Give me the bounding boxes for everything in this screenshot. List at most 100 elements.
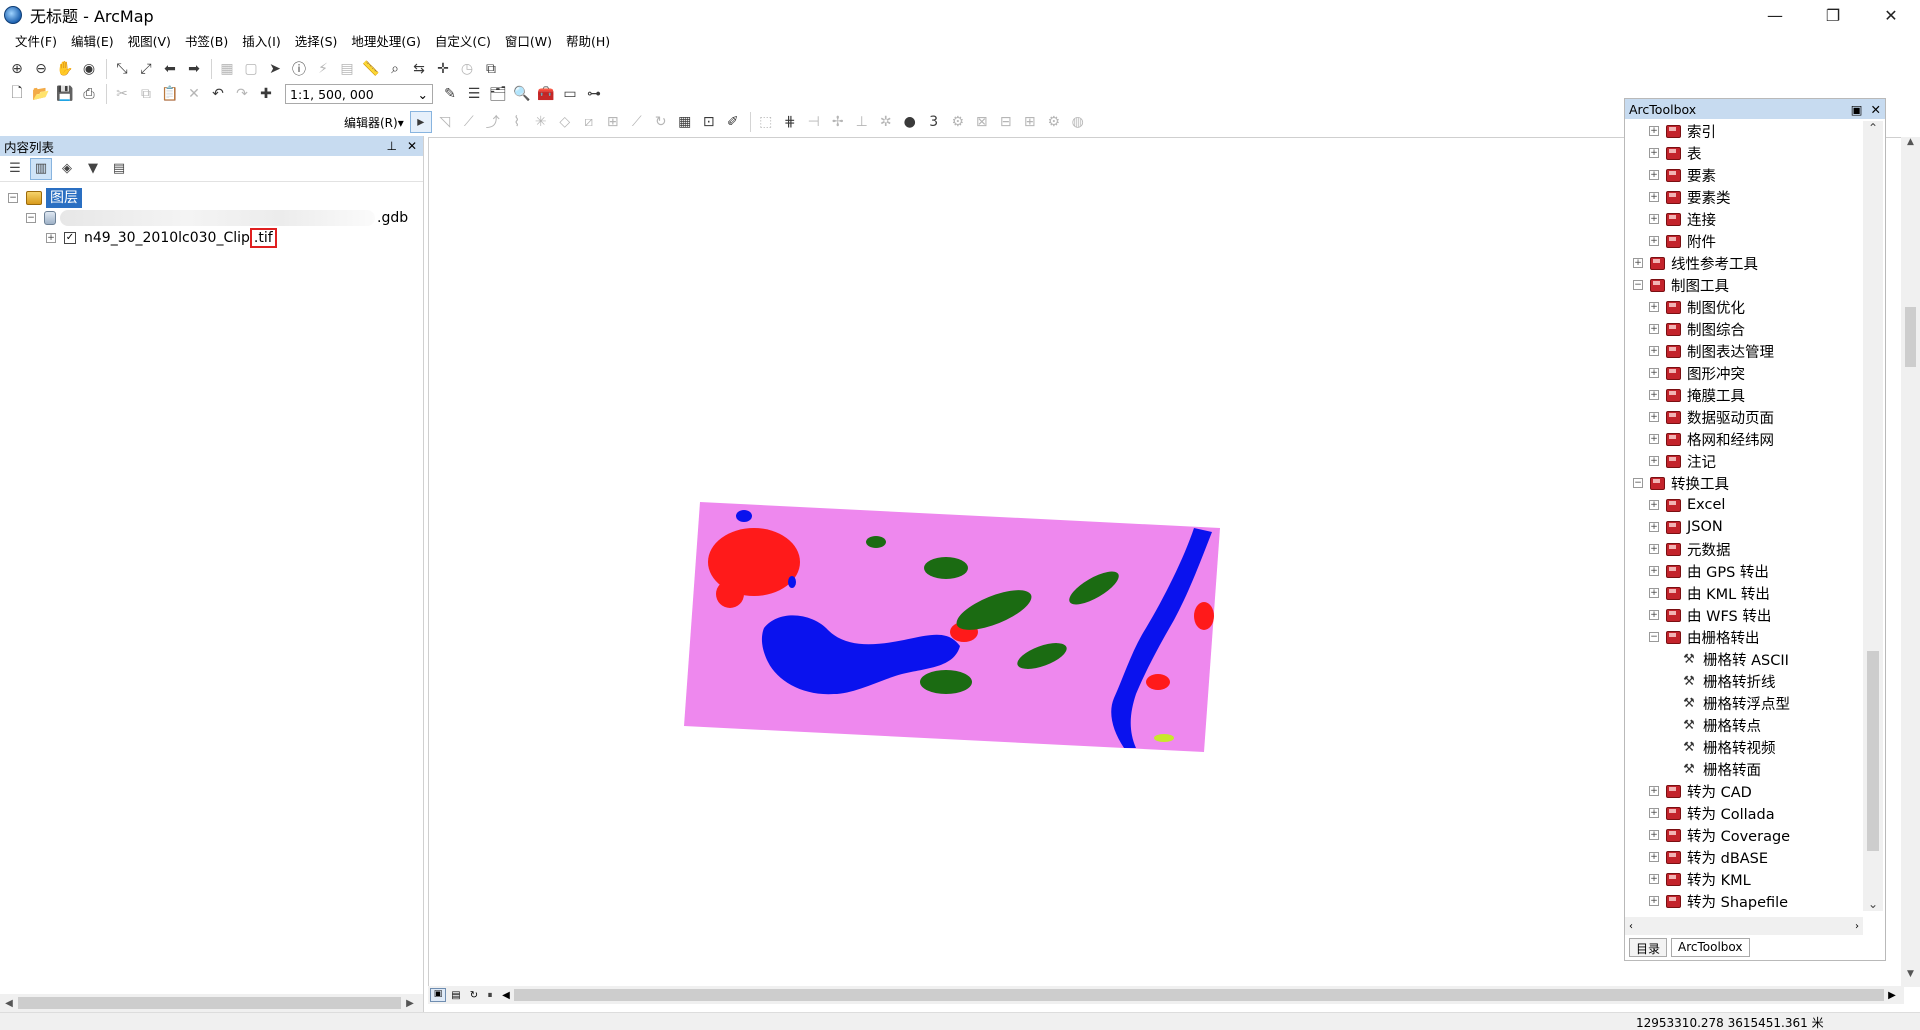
toolbox-toolset-item[interactable]: + 转为 Coverage (1649, 825, 1790, 845)
expand-icon[interactable]: + (1649, 610, 1659, 620)
expand-icon[interactable]: + (1649, 544, 1659, 554)
toolbox-toolset-item[interactable]: + 表 (1649, 143, 1702, 163)
trace-icon[interactable]: ⌇ (506, 111, 528, 133)
full-extent-globe-icon[interactable]: ◉ (78, 58, 100, 80)
layer-visibility-checkbox[interactable]: ✓ (64, 232, 76, 244)
toolbox-toolset-item[interactable]: − 转换工具 (1633, 473, 1729, 493)
end-point-arc-icon[interactable]: ⤴ (482, 111, 504, 133)
expand-icon[interactable]: + (1649, 412, 1659, 422)
tab-catalog[interactable]: 目录 (1629, 938, 1668, 957)
arctoolbox-horizontal-scrollbar[interactable]: ‹ › (1625, 917, 1863, 935)
expand-icon[interactable]: + (1649, 236, 1659, 246)
select-features-icon[interactable]: ▦ (216, 58, 238, 80)
edit-annotation-icon[interactable]: ◹ (434, 111, 456, 133)
toolbox-toolset-item[interactable]: + 索引 (1649, 121, 1716, 141)
expand-icon[interactable]: + (1649, 434, 1659, 444)
find-route-icon[interactable]: ⇆ (408, 58, 430, 80)
menu-selection[interactable]: 选择(S) (288, 31, 345, 53)
expand-icon[interactable]: + (1649, 852, 1659, 862)
create-features-icon[interactable]: ✐ (722, 111, 744, 133)
scroll-left-icon[interactable]: ◀ (498, 990, 514, 1001)
menu-view[interactable]: 视图(V) (121, 31, 178, 53)
scroll-down-icon[interactable]: ▼ (1901, 969, 1920, 987)
expand-icon[interactable]: + (1649, 324, 1659, 334)
expand-icon[interactable]: + (1649, 346, 1659, 356)
grid-icon[interactable]: ⊟ (995, 111, 1017, 133)
scroll-left-icon[interactable]: ‹ (1629, 921, 1633, 932)
layers-root-row[interactable]: − 图层 (8, 188, 82, 208)
table-of-contents-icon[interactable]: ☰ (463, 83, 485, 105)
topology-icon[interactable]: ⬚ (755, 111, 777, 133)
cross-icon[interactable]: ✢ (827, 111, 849, 133)
viewer-window-icon[interactable]: ⧉ (480, 58, 502, 80)
toolbox-toolset-item[interactable]: + 由 GPS 转出 (1649, 561, 1769, 581)
toolbox-toolset-item[interactable]: + 制图综合 (1649, 319, 1745, 339)
toolbox-tool-item[interactable]: ⚒ 栅格转 ASCII (1665, 649, 1789, 669)
scroll-up-icon[interactable]: ▲ (1901, 137, 1920, 155)
expand-icon[interactable]: + (1649, 126, 1659, 136)
toolbox-tool-item[interactable]: ⚒ 栅格转浮点型 (1665, 693, 1790, 713)
toolbox-toolset-item[interactable]: + 连接 (1649, 209, 1716, 229)
toolbox-tool-item[interactable]: ⚒ 栅格转视频 (1665, 737, 1775, 757)
toolbox-toolset-item[interactable]: + 要素类 (1649, 187, 1731, 207)
toolbox-toolset-item[interactable]: − 制图工具 (1633, 275, 1729, 295)
table-icon[interactable]: ⊞ (1019, 111, 1041, 133)
scroll-right-icon[interactable]: ▶ (401, 998, 419, 1009)
trim-icon[interactable]: ⊥ (851, 111, 873, 133)
layers-root-label[interactable]: 图层 (46, 188, 82, 208)
expand-icon[interactable]: + (1649, 390, 1659, 400)
tab-arctoolbox[interactable]: ArcToolbox (1671, 938, 1750, 957)
expand-icon[interactable]: + (46, 233, 56, 243)
expand-icon[interactable]: + (1649, 302, 1659, 312)
minimize-button[interactable]: — (1746, 0, 1804, 30)
layout-view-icon[interactable]: ▤ (448, 990, 464, 1001)
maximize-panel-icon[interactable]: ▣ (1851, 102, 1863, 117)
close-icon[interactable]: ✕ (407, 139, 417, 153)
settings-icon[interactable]: ⚙ (1043, 111, 1065, 133)
edit-tool-arrow-icon[interactable]: ▸ (409, 111, 432, 133)
toolbox-tool-item[interactable]: ⚒ 栅格转点 (1665, 715, 1761, 735)
python-window-icon[interactable]: ▭ (559, 83, 581, 105)
toolbox-toolset-item[interactable]: + 由 WFS 转出 (1649, 605, 1771, 625)
list-by-visibility-icon[interactable]: ◈ (56, 158, 78, 180)
cut-polygons-icon[interactable]: ⊞ (602, 111, 624, 133)
html-popup-icon[interactable]: ▤ (336, 58, 358, 80)
collapse-icon[interactable]: − (1633, 478, 1643, 488)
expand-icon[interactable]: + (1649, 566, 1659, 576)
menu-customize[interactable]: 自定义(C) (428, 31, 498, 53)
scroll-thumb[interactable] (18, 997, 401, 1009)
menu-edit[interactable]: 编辑(E) (64, 31, 121, 53)
find-binoculars-icon[interactable]: ⌕ (384, 58, 406, 80)
expand-icon[interactable]: + (1649, 500, 1659, 510)
search-window-icon[interactable]: 🔍 (511, 83, 533, 105)
menu-help[interactable]: 帮助(H) (559, 31, 617, 53)
menu-insert[interactable]: 插入(I) (235, 31, 287, 53)
scroll-right-icon[interactable]: ▶ (1884, 990, 1900, 1001)
toc-options-icon[interactable]: ▤ (108, 158, 130, 180)
toolbox-toolset-item[interactable]: + 由 KML 转出 (1649, 583, 1770, 603)
list-by-source-icon[interactable]: ▥ (30, 157, 52, 180)
move-vertex-icon[interactable]: ⋕ (779, 111, 801, 133)
expand-icon[interactable]: + (1649, 896, 1659, 906)
expand-icon[interactable]: + (1649, 786, 1659, 796)
toc-horizontal-scrollbar[interactable]: ◀ ▶ (0, 994, 423, 1012)
expand-icon[interactable]: + (1649, 874, 1659, 884)
toolbox-toolset-item[interactable]: + 图形冲突 (1649, 363, 1745, 383)
toolbox-toolset-item[interactable]: + 线性参考工具 (1633, 253, 1758, 273)
expand-icon[interactable]: + (1649, 192, 1659, 202)
toolbox-toolset-item[interactable]: + JSON (1649, 517, 1723, 537)
close-icon[interactable]: ✕ (1871, 102, 1881, 117)
map-vertical-scrollbar[interactable]: ▲ ▼ (1901, 137, 1920, 987)
list-by-drawing-order-icon[interactable]: ☰ (4, 158, 26, 180)
collapse-icon[interactable]: − (1633, 280, 1643, 290)
toolbox-toolset-item[interactable]: + 转为 CAD (1649, 781, 1752, 801)
toolbox-toolset-item[interactable]: + 转为 KML (1649, 869, 1751, 889)
toolbox-toolset-item[interactable]: + 转为 Shapefile (1649, 891, 1788, 911)
toolbox-toolset-item[interactable]: + Excel (1649, 495, 1725, 515)
point-icon[interactable]: ✳ (530, 111, 552, 133)
expand-icon[interactable]: + (1649, 808, 1659, 818)
scroll-right-icon[interactable]: › (1855, 921, 1859, 932)
edit-vertices-icon[interactable]: ◇ (554, 111, 576, 133)
toolbox-toolset-item[interactable]: + 转为 Collada (1649, 803, 1775, 823)
reshape-icon[interactable]: ⧄ (578, 111, 600, 133)
